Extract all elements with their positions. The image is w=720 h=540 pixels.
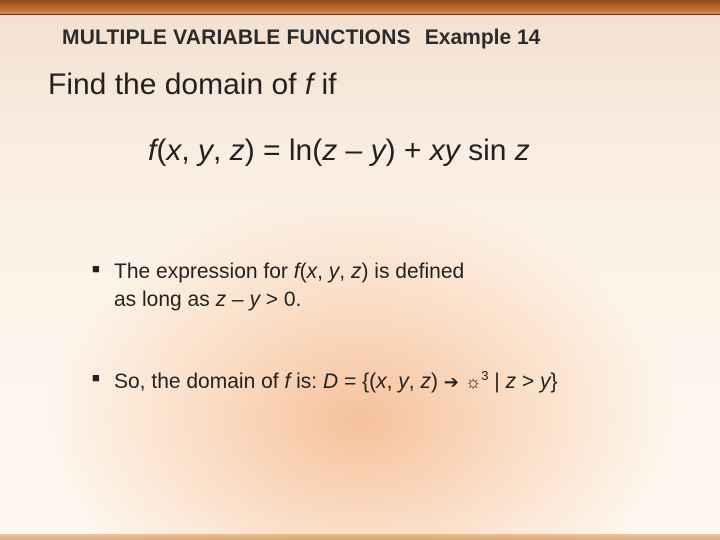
- b2-c2: ,: [409, 370, 421, 393]
- bullet-1: The expression for f(x, y, z) is defined…: [92, 258, 670, 315]
- b1-c1: ,: [317, 260, 329, 283]
- example-label: Example 14: [425, 26, 541, 50]
- eq-xy: xy: [430, 134, 460, 167]
- b2-brace: }: [551, 370, 558, 393]
- lead-suffix: if: [313, 68, 336, 101]
- slide: MULTIPLE VARIABLE FUNCTIONS Example 14 F…: [0, 0, 720, 540]
- b2-exp: 3: [481, 368, 488, 383]
- b1-t1: The expression for: [114, 260, 294, 283]
- b1-x: x: [307, 260, 318, 283]
- b1-c2: ,: [339, 260, 351, 283]
- eq-sin: sin: [460, 134, 515, 167]
- b1-y: y: [329, 260, 340, 283]
- eq-eqln: = ln(: [255, 134, 323, 167]
- eq-close-args: ): [245, 134, 255, 167]
- b1-minus: –: [226, 288, 249, 311]
- sun-icon: ☼: [465, 373, 482, 391]
- b2-eq: = {(: [338, 370, 376, 393]
- bottom-accent-bar: [0, 534, 720, 540]
- lead-f: f: [305, 68, 313, 101]
- b2-D: D: [323, 370, 338, 393]
- b1-open: (: [300, 260, 307, 283]
- header-row: MULTIPLE VARIABLE FUNCTIONS Example 14: [62, 26, 680, 50]
- eq-minus: –: [337, 134, 370, 167]
- b2-t2: is:: [290, 370, 323, 393]
- eq-c1: ,: [181, 134, 198, 167]
- eq-z3: z: [515, 134, 530, 167]
- eq-z2: z: [322, 134, 337, 167]
- b2-z: z: [420, 370, 431, 393]
- b2-close: ): [431, 370, 444, 393]
- eq-y2: y: [371, 134, 386, 167]
- lead-prefix: Find the domain of: [48, 68, 305, 101]
- top-accent-bar: [0, 0, 720, 15]
- b1-z: z: [351, 260, 362, 283]
- b1-gt: > 0.: [260, 288, 301, 311]
- arrow-right-icon: ➔: [444, 373, 459, 391]
- eq-z: z: [230, 134, 245, 167]
- b2-z2: z: [506, 370, 517, 393]
- b2-gt: >: [516, 370, 540, 393]
- equation: f(x, y, z) = ln(z – y) + xy sin z: [148, 134, 530, 168]
- eq-open: (: [156, 134, 166, 167]
- eq-y: y: [198, 134, 213, 167]
- b1-asle: as long as: [114, 288, 216, 311]
- b2-y: y: [398, 370, 409, 393]
- b1-y2: y: [249, 288, 260, 311]
- b2-t1: So, the domain of: [114, 370, 284, 393]
- eq-c2: ,: [213, 134, 230, 167]
- bullet-list: The expression for f(x, y, z) is defined…: [92, 258, 670, 448]
- b2-x: x: [376, 370, 387, 393]
- eq-closep: ) +: [386, 134, 430, 167]
- b1-z2: z: [216, 288, 227, 311]
- lead-text: Find the domain of f if: [48, 68, 337, 102]
- eq-x: x: [166, 134, 181, 167]
- section-title: MULTIPLE VARIABLE FUNCTIONS: [62, 26, 411, 50]
- b2-c1: ,: [387, 370, 399, 393]
- bullet-2: So, the domain of f is: D = {(x, y, z) ➔…: [92, 367, 670, 396]
- b1-t2: is defined: [368, 260, 464, 283]
- b2-y2: y: [540, 370, 551, 393]
- b2-bar: |: [488, 370, 505, 393]
